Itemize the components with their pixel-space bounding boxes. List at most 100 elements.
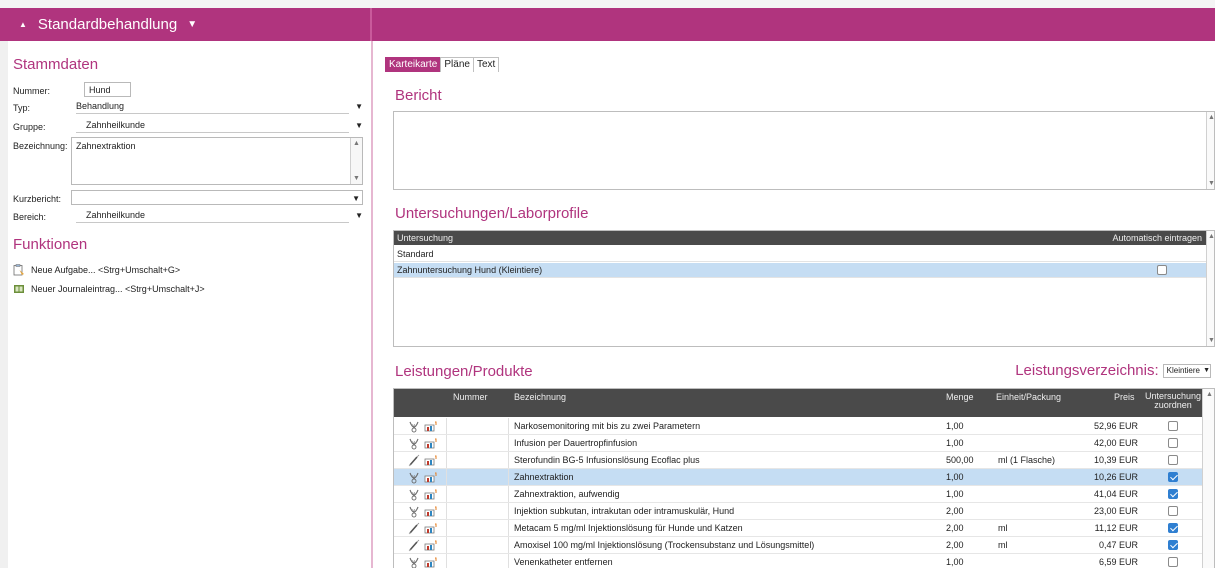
- bericht-title: Bericht: [395, 87, 442, 104]
- dropdown-arrow-icon[interactable]: ▼: [355, 99, 363, 114]
- untersuchung-zuordnen-checkbox[interactable]: [1168, 455, 1178, 465]
- auto-eintragen-checkbox[interactable]: [1157, 265, 1167, 275]
- tab-plaene[interactable]: Pläne: [440, 57, 474, 72]
- chevron-down-icon[interactable]: ▼: [187, 19, 197, 30]
- dropdown-arrow-icon[interactable]: ▼: [355, 208, 363, 223]
- bezeichnung-scrollbar[interactable]: ▲ ▼: [350, 138, 362, 184]
- table-row[interactable]: v Injektion subkutan, intrakutan oder int…: [394, 503, 1202, 520]
- bericht-textarea[interactable]: ▲ ▼: [393, 111, 1215, 190]
- billing-icon: [424, 489, 437, 500]
- untersuchung-zuordnen-checkbox[interactable]: [1168, 540, 1178, 550]
- untersuchungen-table: Untersuchung Automatisch eintragen Stand…: [393, 230, 1215, 347]
- row-bezeichnung: Zahnextraktion: [514, 472, 574, 482]
- row-einheit: ml: [998, 523, 1008, 533]
- col-divider: [508, 554, 509, 568]
- table-row[interactable]: v Infusion per Dauertropfinfusion 1,00 42,0…: [394, 435, 1202, 452]
- dropdown-arrow-icon[interactable]: ▼: [1203, 365, 1210, 377]
- scroll-down-icon[interactable]: ▼: [1208, 337, 1215, 344]
- table-row[interactable]: Amoxisel 100 mg/ml Injektionslösung (Tro…: [394, 537, 1202, 554]
- table-row[interactable]: v Zahnextraktion 1,00 10,26 EUR: [394, 469, 1202, 486]
- untersuchung-zuordnen-checkbox[interactable]: [1168, 438, 1178, 448]
- row-menge: 2,00: [946, 540, 964, 550]
- col-untersuchung-line2: zuordnen: [1154, 400, 1192, 410]
- tab-text[interactable]: Text: [472, 57, 500, 72]
- bereich-select[interactable]: Zahnheilkunde ▼: [76, 208, 363, 223]
- service-icon: v: [409, 438, 419, 450]
- untersuchungen-scrollbar[interactable]: ▲ ▼: [1206, 231, 1215, 346]
- gruppe-select[interactable]: Zahnheilkunde ▼: [76, 118, 363, 133]
- collapse-up-icon[interactable]: ▲: [19, 20, 27, 29]
- tab-bar: Karteikarte Pläne Text: [385, 57, 500, 72]
- syringe-icon: [408, 454, 420, 467]
- table-row[interactable]: v Venenkatheter entfernen 1,00 6,59 EUR: [394, 554, 1202, 568]
- col-divider: [508, 435, 509, 451]
- left-panel: Stammdaten Nummer: Hund Typ: Behandlung …: [8, 41, 371, 568]
- service-icon: v: [409, 489, 419, 501]
- row-menge: 1,00: [946, 472, 964, 482]
- untersuchung-zuordnen-checkbox[interactable]: [1168, 489, 1178, 499]
- kurzbericht-select[interactable]: ▼: [71, 190, 363, 205]
- service-icon: v: [409, 557, 419, 568]
- header-bar: ▲ Standardbehandlung ▼: [0, 8, 1215, 41]
- col-divider: [446, 435, 447, 451]
- table-row[interactable]: v Narkosemonitoring mit bis zu zwei Param…: [394, 418, 1202, 435]
- right-panel: Karteikarte Pläne Text Bericht ▲ ▼ Unter…: [373, 41, 1215, 568]
- untersuchung-name: Zahnuntersuchung Hund (Kleintiere): [397, 265, 543, 275]
- table-row[interactable]: Sterofundin BG-5 Infusionslösung Ecoflac…: [394, 452, 1202, 469]
- bezeichnung-textarea[interactable]: Zahnextraktion ▲ ▼: [71, 137, 363, 185]
- row-preis: 23,00 EUR: [1094, 506, 1139, 516]
- funktionen-title: Funktionen: [13, 236, 88, 253]
- row-preis: 41,04 EUR: [1094, 489, 1139, 499]
- col-divider: [446, 554, 447, 568]
- gruppe-label: Gruppe:: [13, 122, 46, 132]
- bericht-scrollbar[interactable]: ▲ ▼: [1206, 112, 1215, 189]
- leistungen-header: Nummer Bezeichnung Menge Einheit/Packung…: [394, 389, 1202, 417]
- leistungsverzeichnis-select[interactable]: Kleintiere ▼: [1162, 363, 1211, 378]
- untersuchung-zuordnen-checkbox[interactable]: [1168, 421, 1178, 431]
- billing-icon: [424, 540, 437, 551]
- table-row[interactable]: Metacam 5 mg/ml Injektionslösung für Hun…: [394, 520, 1202, 537]
- stammdaten-title: Stammdaten: [13, 56, 99, 73]
- nummer-field[interactable]: Hund: [84, 82, 131, 97]
- leistungen-scrollbar[interactable]: ▲: [1202, 389, 1214, 568]
- row-preis: 10,39 EUR: [1094, 455, 1139, 465]
- bereich-value: Zahnheilkunde: [86, 210, 146, 220]
- service-icon: v: [409, 421, 419, 433]
- dropdown-arrow-icon[interactable]: ▼: [352, 191, 360, 206]
- col-untersuchung-zuordnen: Untersuchung zuordnen: [1142, 392, 1204, 410]
- typ-select[interactable]: Behandlung ▼: [76, 99, 363, 114]
- scroll-up-icon[interactable]: ▲: [353, 140, 360, 147]
- row-menge: 2,00: [946, 506, 964, 516]
- leistungsverzeichnis-value: Kleintiere: [1166, 365, 1200, 375]
- tab-karteikarte[interactable]: Karteikarte: [385, 57, 442, 72]
- new-task-label: Neue Aufgabe... <Strg+Umschalt+G>: [31, 265, 181, 275]
- scroll-down-icon[interactable]: ▼: [1208, 180, 1215, 187]
- table-row[interactable]: v Zahnextraktion, aufwendig 1,00 41,04 EUR: [394, 486, 1202, 503]
- untersuchung-name: Standard: [397, 249, 434, 259]
- new-journal-link[interactable]: Neuer Journaleintrag... <Strg+Umschalt+J…: [13, 283, 205, 295]
- leistungen-title: Leistungen/Produkte: [395, 363, 533, 380]
- header-title-toggle[interactable]: ▲ Standardbehandlung ▼: [0, 8, 370, 41]
- row-bezeichnung: Narkosemonitoring mit bis zu zwei Parame…: [514, 421, 701, 431]
- scroll-up-icon[interactable]: ▲: [1208, 233, 1215, 240]
- row-menge: 1,00: [946, 438, 964, 448]
- untersuchung-zuordnen-checkbox[interactable]: [1168, 523, 1178, 533]
- col-divider: [446, 469, 447, 485]
- table-row[interactable]: Zahnuntersuchung Hund (Kleintiere): [394, 263, 1206, 278]
- row-preis: 52,96 EUR: [1094, 421, 1139, 431]
- dropdown-arrow-icon[interactable]: ▼: [355, 118, 363, 133]
- bezeichnung-value: Zahnextraktion: [76, 141, 136, 151]
- new-task-link[interactable]: Neue Aufgabe... <Strg+Umschalt+G>: [13, 264, 180, 276]
- kurzbericht-label: Kurzbericht:: [13, 194, 62, 204]
- scroll-up-icon[interactable]: ▲: [1208, 114, 1215, 121]
- col-bezeichnung: Bezeichnung: [514, 392, 567, 402]
- table-row[interactable]: Standard: [394, 247, 1206, 262]
- untersuchung-zuordnen-checkbox[interactable]: [1168, 557, 1178, 567]
- scroll-down-icon[interactable]: ▼: [353, 175, 360, 182]
- row-menge: 2,00: [946, 523, 964, 533]
- untersuchung-zuordnen-checkbox[interactable]: [1168, 506, 1178, 516]
- billing-icon: [424, 523, 437, 534]
- col-divider: [446, 418, 447, 434]
- untersuchung-zuordnen-checkbox[interactable]: [1168, 472, 1178, 482]
- scroll-up-icon[interactable]: ▲: [1206, 391, 1213, 398]
